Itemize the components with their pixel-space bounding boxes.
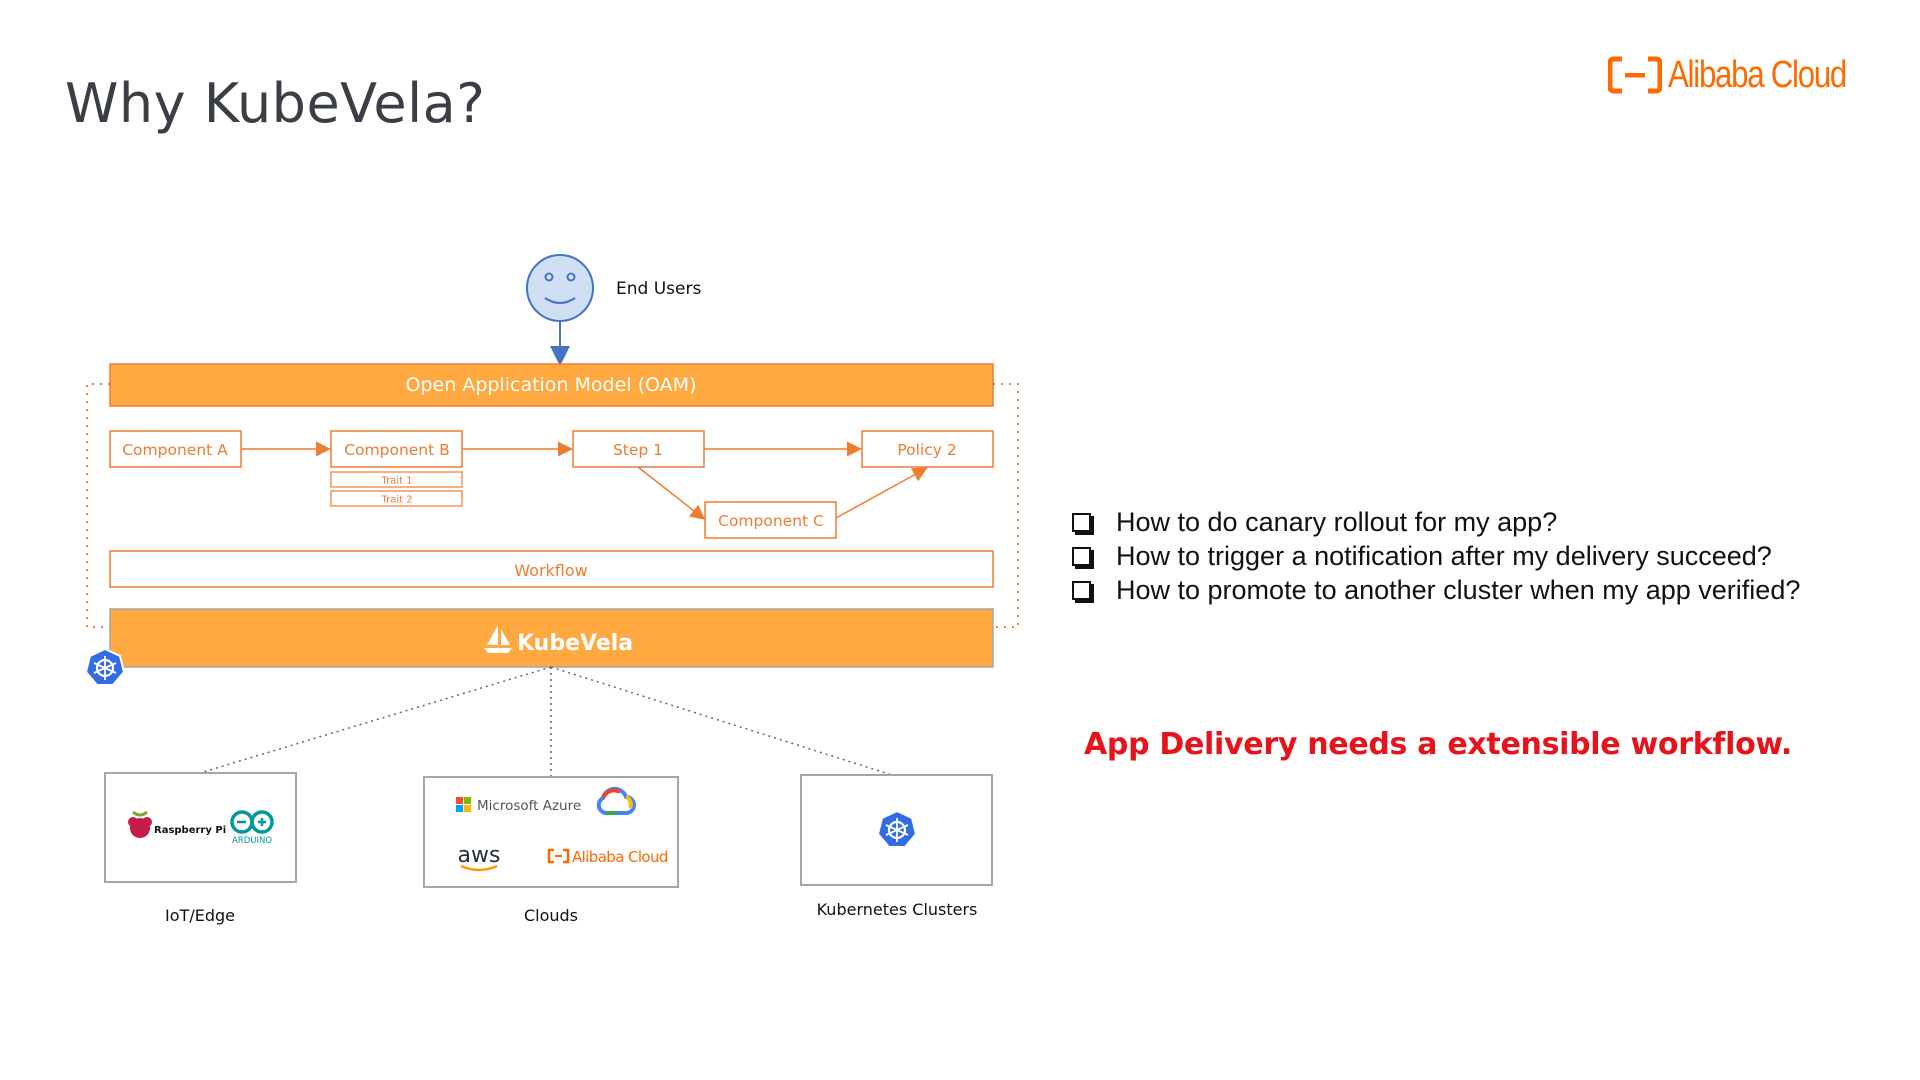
end-users-label: End Users (616, 279, 701, 299)
question-text: How to trigger a notification after my d… (1116, 540, 1772, 571)
question-list: How to do canary rollout for my app? How… (1072, 505, 1800, 607)
kubernetes-badge-icon (84, 647, 126, 686)
checkbox-icon (1072, 512, 1091, 532)
microsoft-azure-logo-text: Microsoft Azure (477, 798, 581, 814)
question-text: How to do canary rollout for my app? (1116, 506, 1558, 537)
checkbox-icon (1072, 546, 1091, 566)
component-b-label: Component B (344, 441, 450, 459)
raspberry-pi-logo-text: Raspberry Pi (154, 825, 226, 836)
question-item: How to do canary rollout for my app? (1072, 505, 1800, 539)
connector-iot (199, 666, 552, 774)
oam-scope-outline-right (993, 383, 1019, 628)
arrow-step1-to-c (637, 466, 706, 520)
oam-label: Open Application Model (OAM) (406, 374, 697, 396)
step-1-label: Step 1 (613, 441, 663, 459)
clouds-box (423, 776, 679, 888)
policy-2-label: Policy 2 (897, 441, 956, 459)
workflow-label: Workflow (514, 561, 587, 580)
arrow-c-to-policy2 (835, 467, 928, 519)
component-c-label: Component C (718, 512, 824, 530)
question-item: How to trigger a notification after my d… (1072, 539, 1800, 573)
clouds-label: Clouds (524, 906, 578, 925)
kubernetes-clusters-label: Kubernetes Clusters (817, 900, 978, 919)
oam-scope-outline-left (86, 383, 110, 628)
trait-2-label: Trait 2 (380, 495, 412, 506)
question-text: How to promote to another cluster when m… (1116, 574, 1801, 605)
callout-text: App Delivery needs a extensible workflow… (1084, 727, 1792, 762)
kubevela-label: KubeVela (517, 631, 633, 656)
alibaba-cloud-logo-text: Alibaba Cloud (572, 848, 668, 866)
kubernetes-icon (876, 809, 918, 848)
question-item: How to promote to another cluster when m… (1072, 573, 1800, 607)
arduino-logo-text: ARDUINO (232, 836, 272, 846)
iot-edge-label: IoT/Edge (165, 906, 235, 925)
trait-1-label: Trait 1 (380, 476, 412, 487)
component-a-label: Component A (122, 441, 228, 459)
checkbox-icon (1072, 580, 1091, 600)
connector-k8s (550, 666, 893, 776)
aws-logo-text: aws (458, 843, 501, 868)
smiley-face-icon (526, 254, 594, 322)
